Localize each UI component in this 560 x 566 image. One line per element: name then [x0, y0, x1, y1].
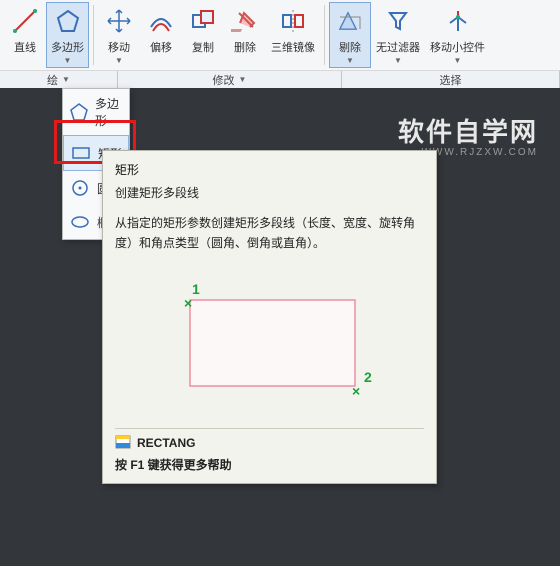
nofilter-tool[interactable]: 无过滤器 ▼ [371, 2, 425, 68]
separator [93, 5, 94, 65]
panel-titles-row: 绘▼ 修改▼ 选择 [0, 70, 560, 88]
panel-select[interactable]: 选择 [342, 71, 560, 88]
panel-modify-label: 修改 [213, 72, 235, 88]
panel-select-label: 选择 [440, 72, 462, 88]
movegizmo-label: 移动小控件 [430, 39, 485, 55]
trim-label: 剔除 [339, 39, 361, 55]
mirror3d-icon [277, 5, 309, 37]
command-icon [115, 435, 131, 452]
svg-text:×: × [352, 383, 360, 399]
offset-tool[interactable]: 偏移 [140, 2, 182, 68]
delete-label: 删除 [234, 39, 256, 55]
svg-text:×: × [184, 295, 192, 311]
polygon-label: 多边形 [51, 39, 84, 55]
chevron-down-icon: ▼ [454, 56, 462, 65]
panel-draw[interactable]: 绘▼ [0, 71, 118, 88]
panel-draw-label: 绘 [47, 72, 58, 88]
tooltip-title: 矩形 [115, 161, 424, 178]
move-label: 移动 [108, 39, 130, 55]
tooltip-command-row: RECTANG [115, 435, 424, 452]
mirror3d-label: 三维镜像 [271, 39, 315, 55]
circle-icon [69, 177, 91, 199]
trim-tool[interactable]: 剔除 ▼ [329, 2, 371, 68]
separator [324, 5, 325, 65]
offset-icon [145, 5, 177, 37]
ellipse-icon [69, 211, 91, 233]
mirror3d-tool[interactable]: 三维镜像 [266, 2, 320, 68]
move-tool[interactable]: 移动 ▼ [98, 2, 140, 68]
tooltip: 矩形 创建矩形多段线 从指定的矩形参数创建矩形多段线（长度、宽度、旋转角度）和角… [102, 150, 437, 484]
line-icon [9, 5, 41, 37]
polygon-tool[interactable]: 多边形 ▼ [46, 2, 89, 68]
line-tool[interactable]: 直线 [4, 2, 46, 68]
chevron-down-icon: ▼ [64, 56, 72, 65]
chevron-down-icon: ▼ [346, 56, 354, 65]
chevron-down-icon: ▼ [115, 56, 123, 65]
movegizmo-tool[interactable]: 移动小控件 ▼ [425, 2, 490, 68]
ribbon: 直线 多边形 ▼ 移动 ▼ 偏移 复制 [0, 0, 560, 89]
nofilter-icon [382, 5, 414, 37]
chevron-down-icon: ▼ [62, 75, 70, 84]
tooltip-subtitle: 创建矩形多段线 [115, 184, 424, 201]
polygon-icon [69, 101, 89, 123]
movegizmo-icon [442, 5, 474, 37]
nofilter-label: 无过滤器 [376, 39, 420, 55]
tooltip-diagram: × 1 × 2 [140, 264, 400, 414]
tooltip-f1: 按 F1 键获得更多帮助 [115, 456, 424, 473]
copy-tool[interactable]: 复制 [182, 2, 224, 68]
ribbon-tools-row: 直线 多边形 ▼ 移动 ▼ 偏移 复制 [0, 0, 560, 70]
chevron-down-icon: ▼ [239, 75, 247, 84]
panel-modify[interactable]: 修改 ▼ [118, 71, 342, 88]
copy-icon [187, 5, 219, 37]
trim-icon [334, 5, 366, 37]
offset-label: 偏移 [150, 39, 172, 55]
polygon-icon [52, 5, 84, 37]
dropdown-polygon-label: 多边形 [95, 95, 123, 129]
delete-tool[interactable]: 删除 [224, 2, 266, 68]
copy-label: 复制 [192, 39, 214, 55]
delete-icon [229, 5, 261, 37]
line-label: 直线 [14, 39, 36, 55]
svg-text:2: 2 [364, 369, 372, 385]
rectangle-icon [70, 142, 92, 164]
chevron-down-icon: ▼ [394, 56, 402, 65]
tooltip-divider [115, 428, 424, 429]
tooltip-body: 从指定的矩形参数创建矩形多段线（长度、宽度、旋转角度）和角点类型（圆角、倒角或直… [115, 213, 424, 254]
tooltip-command: RECTANG [137, 436, 195, 450]
move-icon [103, 5, 135, 37]
dropdown-polygon[interactable]: 多边形 [63, 89, 129, 135]
svg-text:1: 1 [192, 281, 200, 297]
